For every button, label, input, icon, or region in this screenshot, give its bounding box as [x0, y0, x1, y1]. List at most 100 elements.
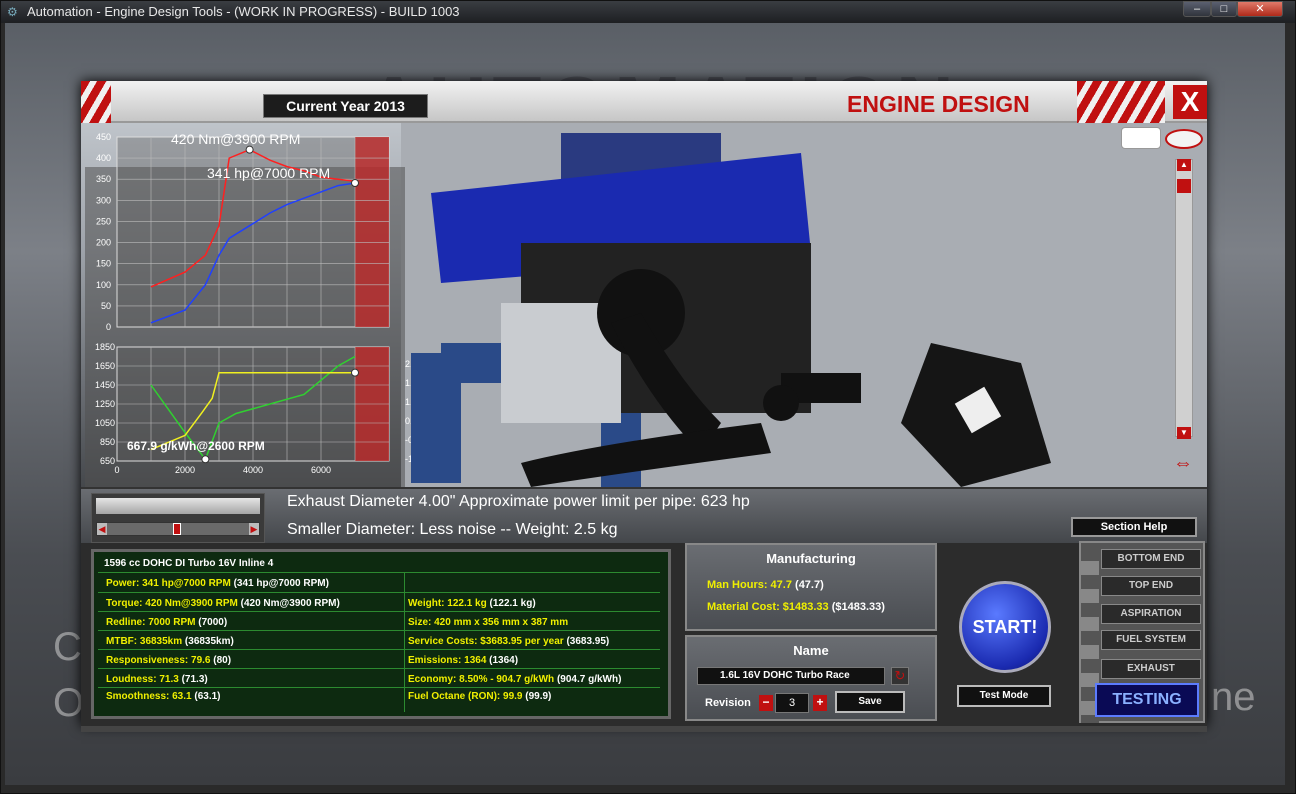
tab-bottom-end[interactable]: BOTTOM END — [1101, 549, 1201, 569]
bottom-panel: 1596 cc DOHC DI Turbo 16V Inline 4 Power… — [81, 541, 1207, 726]
camera-icon[interactable] — [1121, 127, 1161, 149]
y-tick-label: 350 — [96, 174, 111, 184]
scroll-down-arrow-icon[interactable]: ▼ — [1177, 427, 1191, 439]
y-tick-label-left: 650 — [100, 456, 115, 466]
y-tick-label: 400 — [96, 153, 111, 163]
stat-smoothness: Smoothness: 63.1 (63.1) — [106, 691, 221, 702]
y-tick-label-left: 1250 — [95, 399, 115, 409]
peak-torque-marker — [245, 145, 254, 154]
background-text-left: C O — [53, 625, 85, 725]
stat-torque: Torque: 420 Nm@3900 RPM (420 Nm@3900 RPM… — [106, 598, 340, 609]
y-tick-label-left: 1650 — [95, 361, 115, 371]
economy-label: 667.9 g/kWh@2600 RPM — [127, 439, 265, 453]
maximize-button[interactable]: □ — [1211, 1, 1237, 17]
stat-loudness: Loudness: 71.3 (71.3) — [106, 674, 208, 685]
current-year-label: Current Year 2013 — [263, 94, 428, 118]
header-stripe-right — [1077, 81, 1165, 123]
engine-stats-panel: 1596 cc DOHC DI Turbo 16V Inline 4 Power… — [91, 549, 671, 719]
y-tick-label-right: 1.0 — [405, 397, 411, 407]
panel-close-button[interactable]: X — [1173, 85, 1207, 119]
stat-responsiveness: Responsiveness: 79.6 (80) — [106, 655, 232, 666]
manufacturing-title: Manufacturing — [766, 551, 856, 566]
revision-decrement-button[interactable]: − — [759, 695, 773, 711]
y-tick-label-right: -1.0 — [405, 454, 411, 464]
minimize-button[interactable]: – — [1183, 1, 1211, 17]
peak-torque-label: 420 Nm@3900 RPM — [171, 131, 301, 147]
slider-display — [96, 498, 260, 514]
application-window: ⚙ Automation - Engine Design Tools - (WO… — [0, 0, 1296, 794]
peak-power-marker — [351, 179, 359, 188]
x-tick-label: 4000 — [243, 465, 263, 475]
manufacturing-panel: Manufacturing Man Hours: 47.7 (47.7) Mat… — [685, 543, 937, 631]
stat-size: Size: 420 mm x 356 mm x 387 mm — [408, 617, 569, 628]
engine-spec-title: 1596 cc DOHC DI Turbo 16V Inline 4 — [104, 558, 274, 569]
name-title: Name — [793, 643, 829, 658]
revision-value[interactable]: 3 — [775, 693, 809, 713]
stat-redline: Redline: 7000 RPM (7000) — [106, 617, 228, 628]
y-tick-label: 0 — [106, 322, 111, 332]
y-tick-label-right: 0.3 — [405, 416, 411, 426]
y-tick-label-left: 850 — [100, 437, 115, 447]
stat-emissions: Emissions: 1364 (1364) — [408, 655, 519, 666]
y-tick-label: 50 — [101, 301, 111, 311]
y-tick-label-left: 1450 — [95, 380, 115, 390]
stat-fuel-octane: Fuel Octane (RON): 99.9 (99.9) — [408, 691, 552, 702]
window-close-button[interactable]: ✕ — [1237, 1, 1283, 17]
tab-top-end[interactable]: TOP END — [1101, 576, 1201, 596]
tab-fuel-system[interactable]: FUEL SYSTEM — [1101, 630, 1201, 650]
testing-button[interactable]: TESTING — [1095, 683, 1199, 717]
exhaust-diameter-info: Exhaust Diameter 4.00" Approximate power… — [287, 493, 750, 510]
title-bar: ⚙ Automation - Engine Design Tools - (WO… — [1, 1, 1295, 23]
tab-aspiration[interactable]: ASPIRATION — [1101, 604, 1201, 624]
zoom-scrollbar[interactable] — [1175, 159, 1193, 437]
window-title: Automation - Engine Design Tools - (WORK… — [27, 4, 460, 19]
refresh-icon[interactable]: ↻ — [891, 667, 909, 685]
stat-economy: Economy: 8.50% - 904.7 g/kWh (904.7 g/kW… — [408, 674, 622, 685]
material-cost: Material Cost: $1483.33 ($1483.33) — [707, 601, 885, 613]
y-tick-label: 250 — [96, 216, 111, 226]
section-help-button[interactable]: Section Help — [1071, 517, 1197, 537]
app-icon: ⚙ — [7, 5, 18, 19]
y-tick-label-left: 1850 — [95, 342, 115, 352]
stat-service-costs: Service Costs: $3683.95 per year (3683.9… — [408, 636, 610, 647]
y-tick-label: 200 — [96, 238, 111, 248]
slider-left-arrow-icon[interactable]: ◀ — [97, 523, 107, 535]
part-info-bar: ◀ ▶ Exhaust Diameter 4.00" Approximate p… — [81, 487, 1207, 543]
test-mode-button[interactable]: Test Mode — [957, 685, 1051, 707]
tab-exhaust[interactable]: EXHAUST — [1101, 659, 1201, 679]
stat-power: Power: 341 hp@7000 RPM (341 hp@7000 RPM) — [106, 578, 329, 589]
revision-increment-button[interactable]: + — [813, 695, 827, 711]
man-hours: Man Hours: 47.7 (47.7) — [707, 579, 824, 591]
y-tick-label: 300 — [96, 195, 111, 205]
y-tick-label: 450 — [96, 132, 111, 142]
engine-name-input[interactable]: 1.6L 16V DOHC Turbo Race — [697, 667, 885, 685]
header-stripe-left — [81, 81, 111, 123]
x-tick-label: 2000 — [175, 465, 195, 475]
slider-thumb[interactable] — [173, 523, 181, 535]
x-tick-label: 0 — [114, 465, 119, 475]
y-tick-label-right: -0.3 — [405, 435, 411, 445]
slider-right-arrow-icon[interactable]: ▶ — [249, 523, 259, 535]
best-economy-marker — [201, 455, 210, 464]
revision-label: Revision — [705, 697, 751, 709]
diameter-effect-info: Smaller Diameter: Less noise -- Weight: … — [287, 521, 618, 538]
name-panel: Name 1.6L 16V DOHC Turbo Race ↻ Revision… — [685, 635, 937, 721]
diameter-slider[interactable]: ◀ ▶ — [96, 522, 260, 536]
panel-title: ENGINE DESIGN — [847, 91, 1030, 117]
y-tick-label-left: 1050 — [95, 418, 115, 428]
start-button[interactable]: START! — [959, 581, 1051, 673]
scroll-up-arrow-icon[interactable]: ▲ — [1177, 159, 1191, 171]
stat-mtbf: MTBF: 36835km (36835km) — [106, 636, 234, 647]
boost-marker — [351, 368, 359, 377]
engine-design-panel: Current Year 2013 ENGINE DESIGN X 450 40… — [81, 81, 1207, 726]
y-tick-label-right: 1.7 — [405, 378, 411, 388]
save-button[interactable]: Save — [835, 691, 905, 713]
move-arrows-icon[interactable]: ⇔ — [1169, 449, 1197, 477]
engine-3d-view[interactable]: 450 400 350 300 250 200 150 100 50 0 1850 1650 1450 1… — [81, 123, 1207, 487]
background-text-right: ne — [1211, 675, 1256, 719]
peak-power-label: 341 hp@7000 RPM — [207, 165, 331, 181]
scroll-thumb[interactable] — [1177, 179, 1191, 193]
x-tick-label: 6000 — [311, 465, 331, 475]
eye-icon[interactable] — [1165, 129, 1203, 149]
y-tick-label-right: 2.3 — [405, 359, 411, 369]
